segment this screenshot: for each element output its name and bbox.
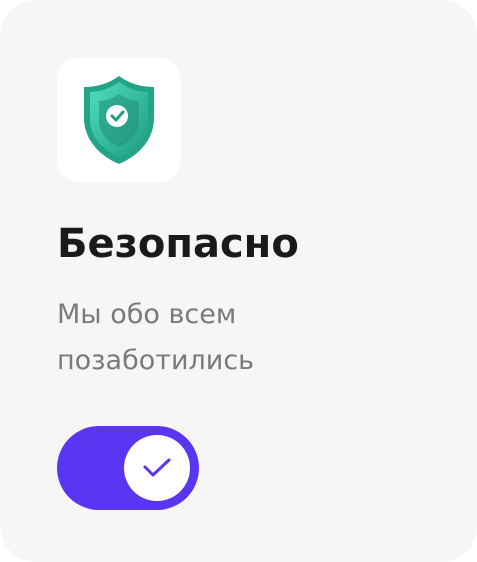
feature-card: Безопасно Мы обо всем позаботились [0, 0, 477, 562]
card-title: Безопасно [57, 221, 299, 267]
shield-check-icon [84, 76, 154, 164]
toggle-knob[interactable] [124, 435, 190, 501]
check-icon [143, 458, 171, 477]
security-toggle[interactable] [57, 426, 199, 510]
icon-tile [57, 58, 181, 182]
card-subtitle: Мы обо всем позаботились [57, 299, 255, 376]
